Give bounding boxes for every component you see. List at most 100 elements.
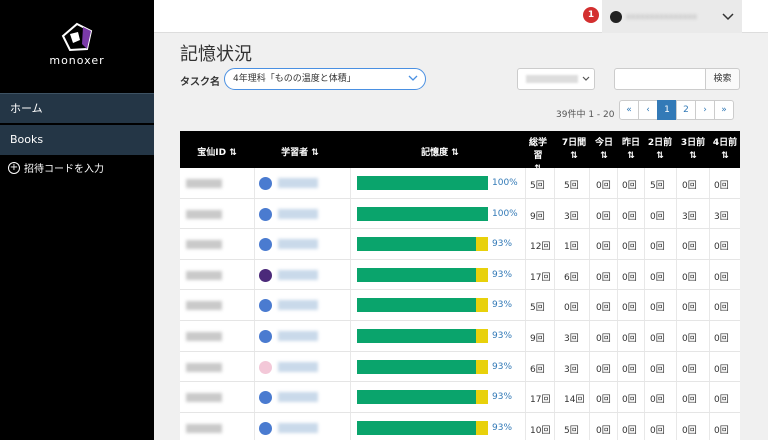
header-id[interactable]: 宝仙ID ⇅ [180, 145, 254, 158]
learner-id-redacted [186, 270, 222, 280]
monoxer-logo[interactable]: monoxer [0, 22, 154, 67]
page-first-button[interactable]: « [619, 100, 639, 120]
count-d3: 0回 [682, 272, 697, 283]
invite-code-link[interactable]: + 招待コードを入力 [8, 160, 104, 175]
column-divider [644, 259, 645, 290]
count-d4: 0回 [714, 242, 729, 253]
column-divider [554, 168, 555, 198]
column-divider [617, 229, 618, 259]
table-row[interactable]: 93% 10回 5回 0回 0回 0回 0回 0回 [180, 412, 740, 440]
column-divider [554, 351, 555, 382]
table-row[interactable]: 93% 17回 14回 0回 0回 0回 0回 0回 [180, 382, 740, 413]
column-divider [709, 412, 710, 440]
memory-progress-bar [357, 267, 488, 282]
task-select[interactable]: 4年理科「ものの温度と体積」 [224, 68, 426, 90]
count-d7: 14回 [564, 395, 585, 406]
memory-percent-link[interactable]: 100% [492, 209, 518, 219]
count-today: 0回 [596, 242, 611, 253]
header-4days-ago[interactable]: 4日前 ⇅ [711, 137, 739, 163]
learner-name-redacted[interactable] [278, 361, 318, 372]
header-7days[interactable]: 7日間 ⇅ [560, 137, 588, 163]
page-last-button[interactable]: » [714, 100, 734, 120]
memory-percent-link[interactable]: 93% [492, 270, 512, 280]
column-divider [644, 382, 645, 412]
table-row[interactable]: 93% 5回 0回 0回 0回 0回 0回 0回 [180, 290, 740, 321]
count-today: 0回 [596, 211, 611, 222]
chevron-down-icon [722, 12, 734, 20]
table-row[interactable]: 100% 9回 3回 0回 0回 0回 3回 3回 [180, 198, 740, 230]
memory-percent-link[interactable]: 93% [492, 423, 512, 433]
memory-percent-link[interactable]: 93% [492, 392, 512, 402]
column-divider [525, 259, 526, 290]
learner-name-redacted[interactable] [278, 269, 318, 280]
class-select[interactable] [517, 68, 595, 90]
page-prev-button[interactable]: ‹ [638, 100, 658, 120]
column-divider [709, 382, 710, 412]
memory-percent-link[interactable]: 100% [492, 178, 518, 188]
learner-name-redacted[interactable] [278, 422, 318, 433]
topbar: 1 xxxxxxxxxxxxxxx [154, 0, 768, 33]
task-select-value: 4年理科「ものの温度と体積」 [233, 74, 356, 84]
column-divider [676, 259, 677, 290]
header-today[interactable]: 今日 ⇅ [593, 137, 615, 163]
user-email-redacted: xxxxxxxxxxxxxxx [626, 12, 698, 21]
memory-bar-remaining [476, 267, 488, 282]
table-row[interactable]: 93% 6回 3回 0回 0回 0回 0回 0回 [180, 351, 740, 383]
count-d4: 0回 [714, 333, 729, 344]
count-yday: 0回 [622, 272, 637, 283]
count-d3: 0回 [682, 333, 697, 344]
table-row[interactable]: 93% 9回 3回 0回 0回 0回 0回 0回 [180, 320, 740, 352]
table-row[interactable]: 100% 5回 5回 0回 0回 5回 0回 0回 [180, 168, 740, 199]
sidebar-item-books[interactable]: Books [0, 125, 154, 155]
page-1-button[interactable]: 1 [657, 100, 677, 120]
learner-name-redacted[interactable] [278, 178, 318, 188]
column-divider [254, 382, 255, 412]
memory-bar-remaining [476, 390, 488, 405]
memory-percent-link[interactable]: 93% [492, 300, 512, 310]
count-d2: 0回 [650, 395, 665, 406]
column-divider [254, 198, 255, 229]
header-yesterday[interactable]: 昨日 ⇅ [620, 137, 642, 163]
learner-name-redacted[interactable] [278, 208, 318, 219]
memory-percent-link[interactable]: 93% [492, 362, 512, 372]
learner-name-redacted[interactable] [278, 239, 318, 250]
search-input[interactable] [614, 68, 706, 90]
header-3days-label: 3日前 [680, 138, 706, 148]
plus-icon: + [8, 161, 20, 174]
person-icon [259, 299, 272, 313]
sidebar-item-home[interactable]: ホーム [0, 93, 154, 123]
column-divider [589, 412, 590, 440]
memory-bar-remaining [476, 237, 488, 252]
column-divider [350, 290, 351, 320]
table-row[interactable]: 93% 17回 6回 0回 0回 0回 0回 0回 [180, 259, 740, 291]
notification-badge[interactable]: 1 [583, 7, 599, 23]
header-2days-ago[interactable]: 2日前 ⇅ [646, 137, 674, 163]
count-yday: 0回 [622, 181, 637, 191]
memory-percent-link[interactable]: 93% [492, 331, 512, 341]
count-d3: 0回 [682, 303, 697, 314]
invite-code-label: 招待コードを入力 [24, 164, 104, 175]
search-button[interactable]: 検索 [706, 68, 740, 90]
learner-name-redacted[interactable] [278, 300, 318, 311]
header-memory[interactable]: 記憶度 ⇅ [390, 145, 490, 158]
column-divider [254, 351, 255, 382]
learner-name-redacted[interactable] [278, 392, 318, 403]
logo-text: monoxer [49, 54, 105, 67]
page-next-button[interactable]: › [695, 100, 715, 120]
memory-progress-bar [357, 176, 488, 190]
header-3days-ago[interactable]: 3日前 ⇅ [679, 137, 707, 163]
learner-name-redacted[interactable] [278, 330, 318, 341]
memory-percent-link[interactable]: 93% [492, 239, 512, 249]
table-row[interactable]: 93% 12回 1回 0回 0回 0回 0回 0回 [180, 229, 740, 260]
memory-bar-fill [357, 420, 476, 435]
column-divider [554, 320, 555, 351]
header-learner[interactable]: 学習者 ⇅ [260, 145, 340, 158]
user-menu[interactable]: xxxxxxxxxxxxxxx [602, 0, 742, 33]
column-divider [554, 259, 555, 290]
column-divider [554, 382, 555, 412]
column-divider [350, 412, 351, 440]
learner-id-redacted [186, 240, 222, 250]
memory-bar-remaining [476, 420, 488, 435]
person-icon [259, 421, 272, 435]
page-2-button[interactable]: 2 [676, 100, 696, 120]
